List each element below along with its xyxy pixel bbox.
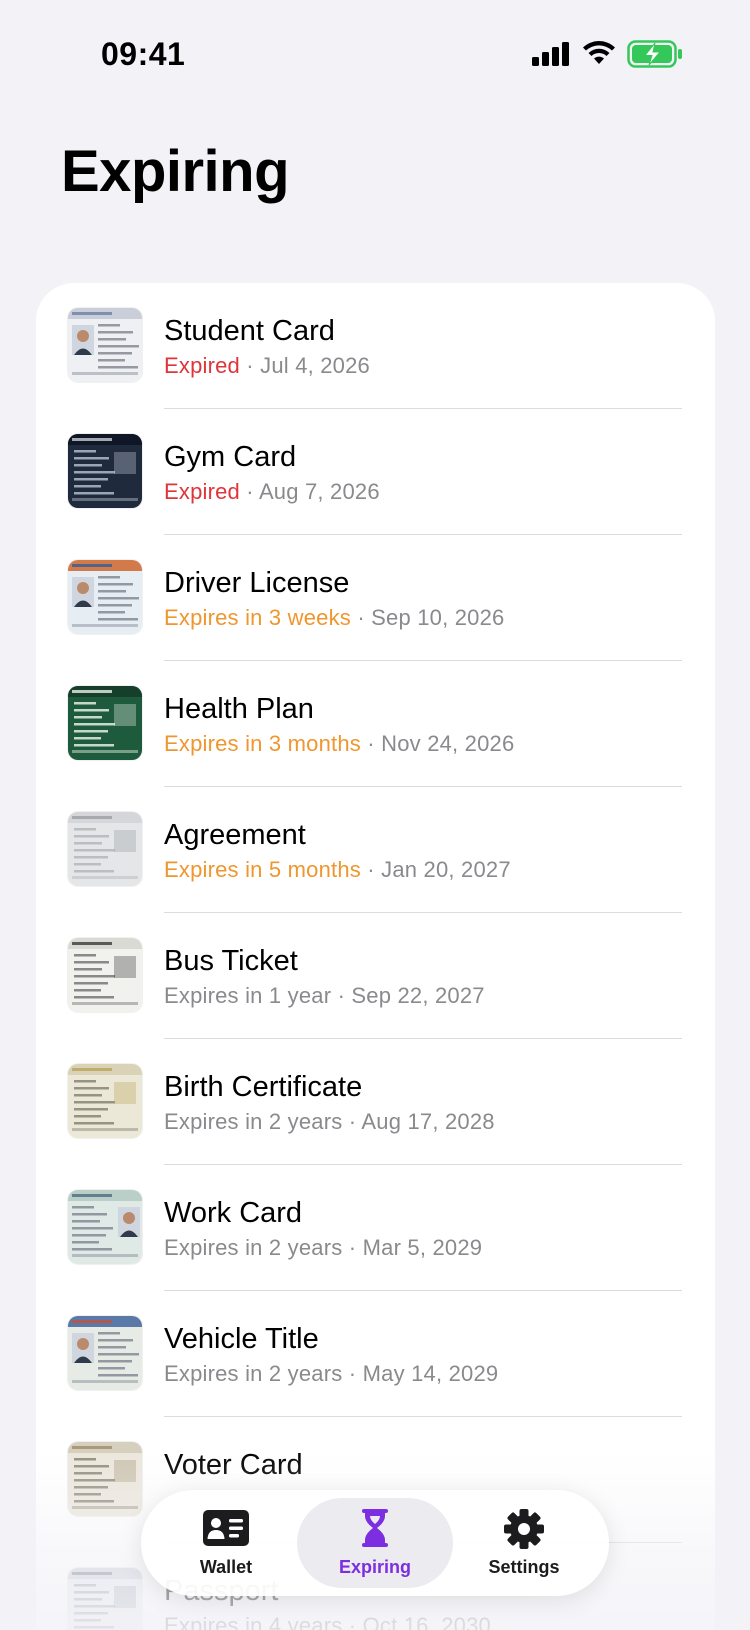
battery-charging-icon: [627, 40, 682, 68]
separator: ·: [342, 1109, 362, 1134]
expiring-list: Student Card Expired · Jul 4, 2026 Gym Car…: [36, 283, 715, 1630]
expiry-date: Nov 24, 2026: [381, 731, 515, 756]
expiry-status: Expires in 2 years: [164, 1361, 343, 1386]
expiry-date: Aug 7, 2026: [258, 479, 380, 504]
gear-icon: [504, 1509, 544, 1549]
item-subtitle: Expired · Aug 7, 2026: [164, 479, 380, 505]
expiry-status: Expires in 3 weeks: [164, 605, 352, 630]
health-plan-thumbnail: [68, 686, 142, 760]
item-title-agreement: Agreement: [164, 819, 306, 851]
expiry-status: Expires in 5 months: [164, 857, 361, 882]
item-title-student-card: Student Card: [164, 315, 335, 347]
list-item[interactable]: Vehicle Title Expires in 2 years · May 14…: [36, 1291, 715, 1417]
status-bar: 09:41: [0, 0, 750, 110]
student-card-thumbnail: [68, 308, 142, 382]
expiry-status: Expired: [164, 479, 240, 504]
status-time: 09:41: [101, 36, 186, 72]
item-subtitle: Expires in 2 years · Aug 17, 2028: [164, 1109, 495, 1135]
list-item[interactable]: Agreement Expires in 5 months · Jan 20, 2…: [36, 787, 715, 913]
tab-wallet-label: Wallet: [199, 1557, 253, 1577]
expiry-date: May 14, 2029: [362, 1361, 499, 1386]
page-title: Expiring: [61, 139, 290, 204]
expiry-status: Expires in 1 year: [164, 983, 332, 1008]
expiry-status: Expires in 2 years: [164, 1235, 343, 1260]
separator: ·: [351, 605, 372, 630]
expiry-date: Sep 22, 2027: [351, 983, 485, 1008]
item-subtitle: Expires in 2 years · Mar 5, 2029: [164, 1235, 482, 1261]
list-item[interactable]: Gym Card Expired · Aug 7, 2026: [36, 409, 715, 535]
expiry-date: Jul 4, 2026: [260, 353, 370, 378]
expiry-date: Aug 17, 2028: [361, 1109, 495, 1134]
list-item[interactable]: Bus Ticket Expires in 1 year · Sep 22, 20…: [36, 913, 715, 1039]
list-item[interactable]: Work Card Expires in 2 years · Mar 5, 202…: [36, 1165, 715, 1291]
work-card-thumbnail: [68, 1190, 142, 1264]
list-item[interactable]: Driver License Expires in 3 weeks · Sep 1…: [36, 535, 715, 661]
separator: ·: [361, 731, 382, 756]
separator: ·: [361, 857, 382, 882]
birth-certificate-thumbnail: [68, 1064, 142, 1138]
expiry-status: Expires in 3 months: [164, 731, 361, 756]
item-title-vehicle-title: Vehicle Title: [164, 1323, 319, 1355]
separator: ·: [342, 1235, 363, 1260]
expiry-status: Expires in 2 years: [164, 1109, 343, 1134]
item-subtitle: Expired · Jul 4, 2026: [164, 353, 370, 379]
item-subtitle: Expires in 2 years · May 14, 2029: [164, 1361, 498, 1387]
separator: ·: [342, 1361, 363, 1386]
separator: ·: [240, 479, 259, 504]
item-subtitle: Expires in 3 months · Nov 24, 2026: [164, 731, 514, 757]
wifi-icon: [583, 41, 615, 64]
list-item[interactable]: Health Plan Expires in 3 months · Nov 24,…: [36, 661, 715, 787]
wallet-icon: [203, 1510, 249, 1546]
item-title-work-card: Work Card: [164, 1197, 303, 1229]
item-title-birth-certificate: Birth Certificate: [164, 1071, 363, 1103]
item-title-gym-card: Gym Card: [164, 441, 297, 473]
item-subtitle: Expires in 3 weeks · Sep 10, 2026: [164, 605, 504, 631]
agreement-thumbnail: [68, 812, 142, 886]
list-item[interactable]: Birth Certificate Expires in 2 years · Au…: [36, 1039, 715, 1165]
bus-ticket-thumbnail: [68, 938, 142, 1012]
expiry-date: Jan 20, 2027: [381, 857, 511, 882]
vehicle-title-thumbnail: [68, 1316, 142, 1390]
tab-expiring-label: Expiring: [338, 1557, 411, 1577]
separator: ·: [240, 353, 261, 378]
hourglass-icon: [362, 1509, 388, 1547]
driver-license-thumbnail: [68, 560, 142, 634]
cellular-signal-icon: [532, 42, 569, 66]
tab-settings-label: Settings: [488, 1557, 560, 1577]
item-title-driver-license: Driver License: [164, 567, 350, 599]
item-title-bus-ticket: Bus Ticket: [164, 945, 298, 977]
tab-settings[interactable]: Settings: [446, 1498, 602, 1588]
tab-bar: Wallet Expiring Settings: [141, 1490, 609, 1596]
expiry-date: Mar 5, 2029: [362, 1235, 483, 1260]
gym-card-thumbnail: [68, 434, 142, 508]
expiry-date: Sep 10, 2026: [371, 605, 505, 630]
expiry-status: Expired: [164, 353, 240, 378]
tab-wallet[interactable]: Wallet: [148, 1498, 304, 1588]
separator: ·: [331, 983, 352, 1008]
item-subtitle: Expires in 5 months · Jan 20, 2027: [164, 857, 511, 883]
item-subtitle: Expires in 1 year · Sep 22, 2027: [164, 983, 485, 1009]
list-item[interactable]: Student Card Expired · Jul 4, 2026: [36, 283, 715, 409]
tab-expiring[interactable]: Expiring: [297, 1498, 453, 1588]
item-title-health-plan: Health Plan: [164, 693, 314, 725]
